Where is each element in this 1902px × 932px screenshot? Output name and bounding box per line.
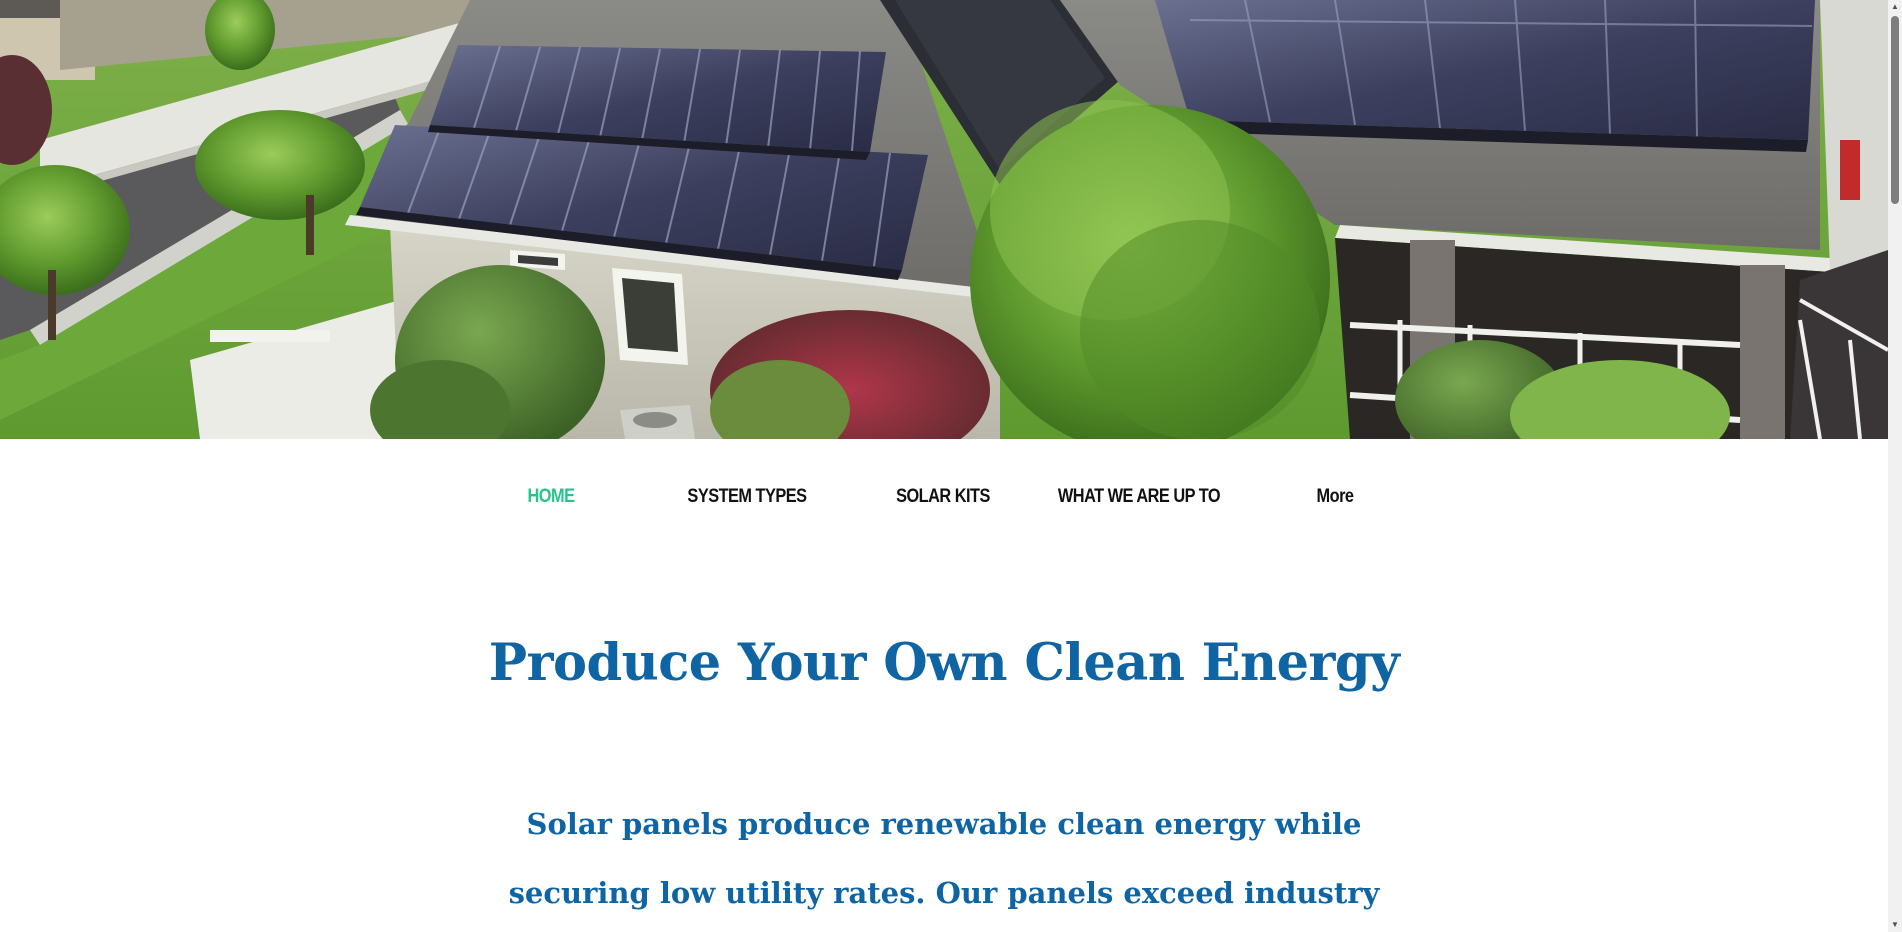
intro-line-1: Solar panels produce renewable clean ene… <box>526 807 1362 841</box>
vertical-scrollbar[interactable]: ▲ ▼ <box>1888 0 1902 932</box>
intro-paragraph: Solar panels produce renewable clean ene… <box>0 790 1888 928</box>
intro-line-2: securing low utility rates. Our panels e… <box>508 876 1380 910</box>
page-headline: Produce Your Own Clean Energy <box>488 633 1400 693</box>
page: HOME SYSTEM TYPES SOLAR KITS WHAT WE ARE… <box>0 0 1902 932</box>
nav-item-more[interactable]: More <box>1251 482 1420 512</box>
scroll-up-arrow-icon[interactable]: ▲ <box>1888 0 1902 14</box>
nav-item-system-types[interactable]: SYSTEM TYPES <box>663 482 832 512</box>
scrollbar-thumb[interactable] <box>1891 16 1899 204</box>
scroll-down-arrow-icon[interactable]: ▼ <box>1888 918 1902 932</box>
hero-image <box>0 0 1888 439</box>
main-navigation: HOME SYSTEM TYPES SOLAR KITS WHAT WE ARE… <box>0 439 1888 554</box>
hero-photo-solar-house <box>0 0 1888 439</box>
nav-item-solar-kits[interactable]: SOLAR KITS <box>859 482 1028 512</box>
nav-item-home[interactable]: HOME <box>467 482 636 512</box>
nav-item-what-we-are-up-to[interactable]: WHAT WE ARE UP TO <box>1055 482 1224 512</box>
